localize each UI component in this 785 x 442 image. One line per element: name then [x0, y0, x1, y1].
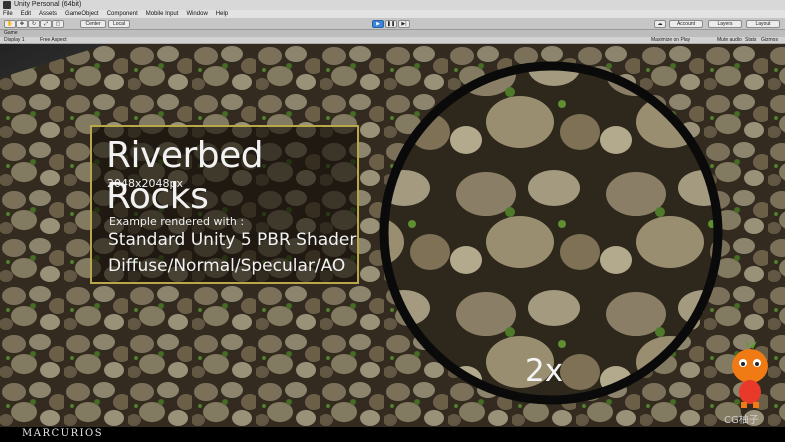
menu-assets[interactable]: Assets	[39, 10, 57, 18]
unity-logo-icon	[3, 1, 11, 9]
overlay-example-caption: Example rendered with :	[109, 215, 245, 228]
rotate-tool-button[interactable]: ↻	[28, 20, 40, 28]
overlay-shader-name: Standard Unity 5 PBR Shader	[108, 230, 357, 250]
overlay-resolution: 2048x2048px	[107, 177, 183, 190]
space-toggle[interactable]: Local	[108, 20, 130, 28]
game-viewport[interactable]: Riverbed Rocks 2048x2048px Example rende…	[0, 44, 785, 427]
maximize-on-play-toggle[interactable]: Maximize on Play	[651, 37, 690, 44]
game-view-bar: Display 1 Free Aspect Maximize on Play M…	[0, 37, 785, 44]
menu-file[interactable]: File	[3, 10, 13, 18]
hand-tool-button[interactable]: ✋	[4, 20, 16, 28]
layers-dropdown[interactable]: Layers	[708, 20, 742, 28]
window-titlebar: Unity Personal (64bit)	[0, 0, 785, 10]
menu-edit[interactable]: Edit	[21, 10, 31, 18]
play-button[interactable]: ▶	[372, 20, 384, 28]
pause-button[interactable]: ❚❚	[385, 20, 397, 28]
aspect-dropdown[interactable]: Free Aspect	[40, 37, 67, 44]
step-button[interactable]: ▶|	[398, 20, 410, 28]
rect-tool-button[interactable]: ▢	[52, 20, 64, 28]
menu-gameobject[interactable]: GameObject	[65, 10, 99, 18]
zoom-level-label: 2x	[525, 353, 564, 389]
account-dropdown[interactable]: Account	[669, 20, 703, 28]
menu-mobile-input[interactable]: Mobile Input	[146, 10, 179, 18]
mute-audio-toggle[interactable]: Mute audio	[717, 37, 742, 44]
move-tool-button[interactable]: ✥	[16, 20, 28, 28]
mascot-logo-icon	[732, 340, 768, 408]
info-panel: Riverbed Rocks 2048x2048px Example rende…	[90, 125, 359, 284]
overlay-map-list: Diffuse/Normal/Specular/AO	[108, 256, 346, 276]
layout-dropdown[interactable]: Layout	[746, 20, 780, 28]
watermark-text: CG柚子	[724, 415, 759, 426]
cloud-icon[interactable]: ☁	[654, 20, 666, 28]
tab-bar: Game	[0, 30, 785, 37]
menu-component[interactable]: Component	[107, 10, 138, 18]
overlay-title: Riverbed Rocks	[106, 135, 264, 217]
gizmos-dropdown[interactable]: Gizmos	[761, 37, 778, 44]
stats-toggle[interactable]: Stats	[745, 37, 756, 44]
footer-bar: MARCURIOS	[0, 427, 785, 442]
menu-help[interactable]: Help	[216, 10, 228, 18]
footer-brand: MARCURIOS	[22, 428, 104, 439]
window-title: Unity Personal (64bit)	[14, 1, 82, 8]
menu-window[interactable]: Window	[186, 10, 207, 18]
scale-tool-button[interactable]: ⤢	[40, 20, 52, 28]
display-dropdown[interactable]: Display 1	[4, 37, 25, 44]
tab-game[interactable]: Game	[4, 30, 18, 36]
pivot-toggle[interactable]: Center	[80, 20, 106, 28]
menu-bar: File Edit Assets GameObject Component Mo…	[0, 10, 785, 18]
main-toolbar: ✋ ✥ ↻ ⤢ ▢ Center Local ▶ ❚❚ ▶| ☁ Account…	[0, 18, 785, 30]
